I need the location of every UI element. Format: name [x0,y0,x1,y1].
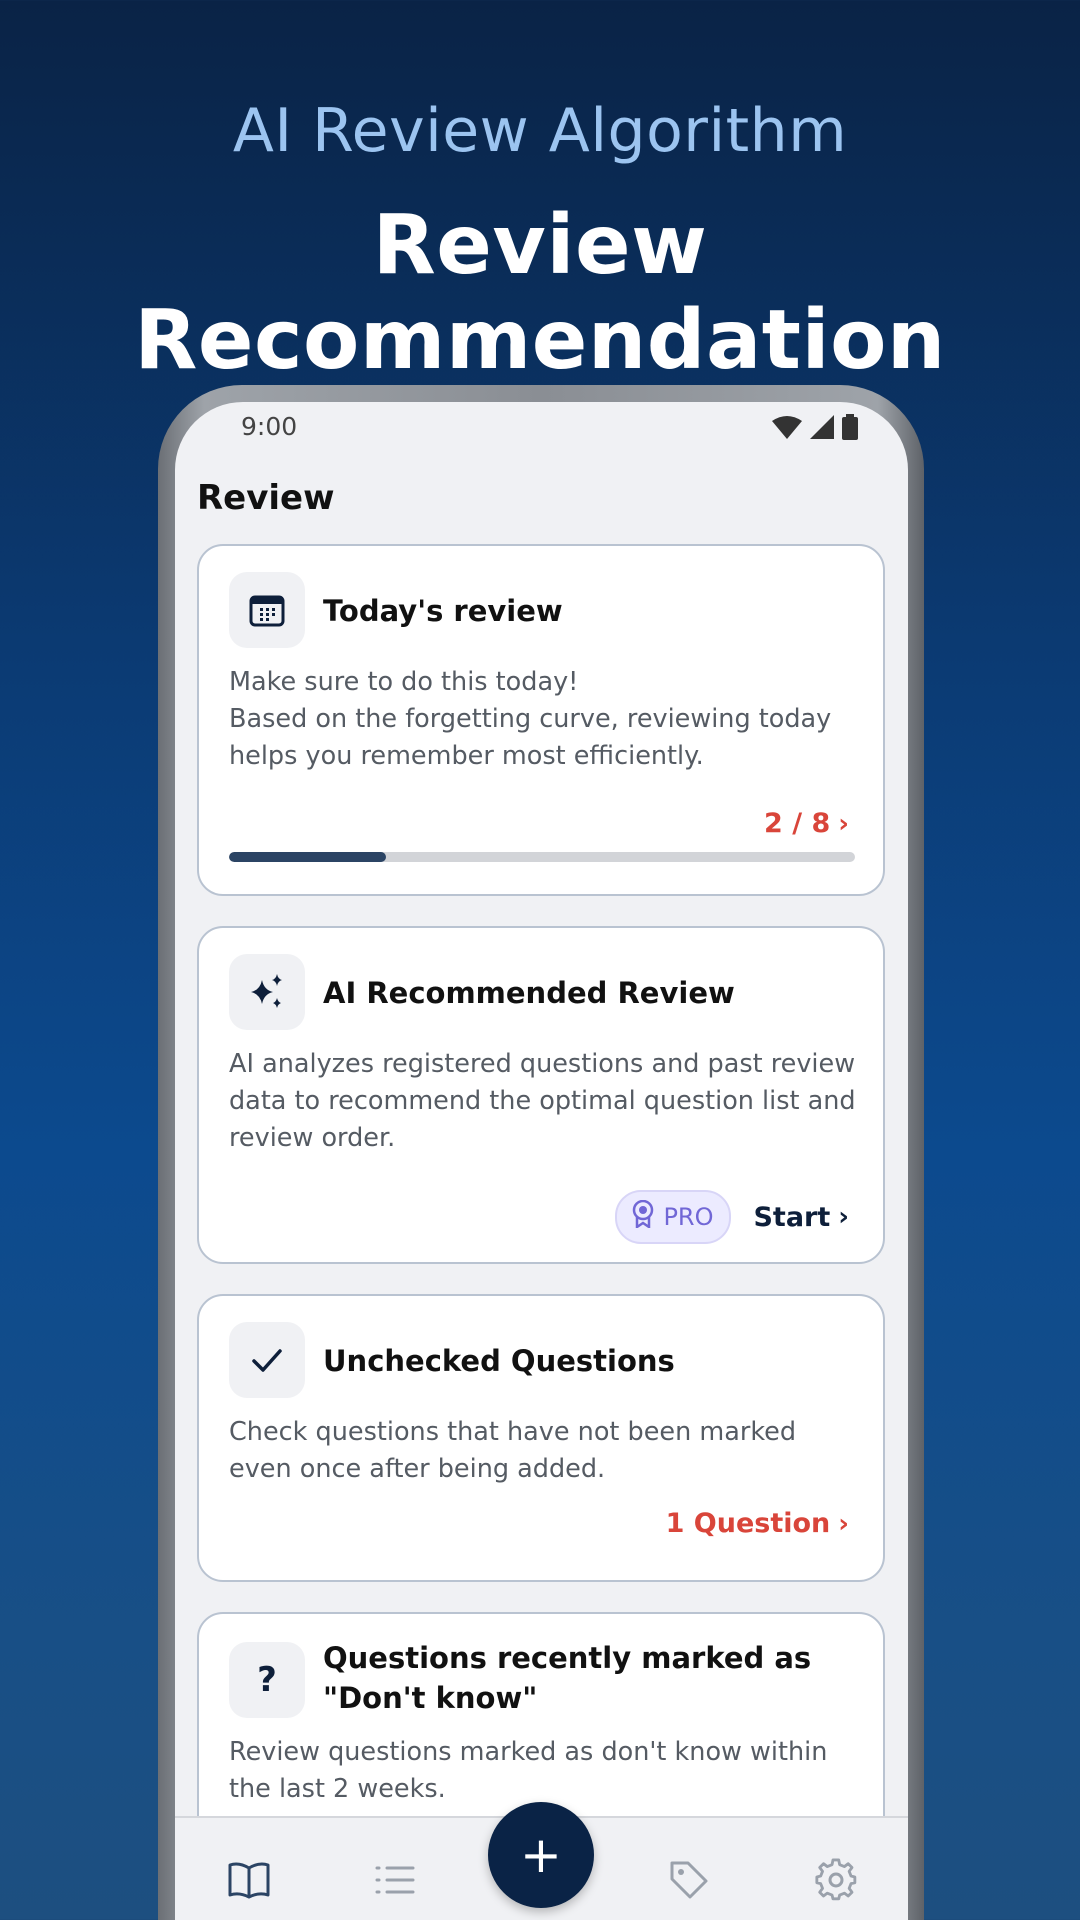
card-title: AI Recommended Review [323,976,735,1010]
card-title: Unchecked Questions [323,1344,675,1378]
start-label: Start [753,1201,831,1233]
progress-bar-fill [229,852,386,862]
chevron-right-icon: › [838,1508,849,1539]
gear-icon[interactable] [812,1856,860,1904]
progress-bar [229,852,855,862]
battery-icon [842,414,858,444]
book-icon[interactable] [225,1856,273,1904]
tag-icon[interactable] [665,1856,713,1904]
calendar-icon [229,572,305,648]
progress-count: 2 / 8 [764,808,831,839]
add-button[interactable]: + [488,1802,594,1908]
todays-review-card[interactable]: Today's review Make sure to do this toda… [197,544,885,896]
status-bar: 9:00 [175,402,908,448]
status-icons [772,414,858,444]
card-title: Questions recently marked as "Don't know… [323,1641,812,1715]
cellular-signal-icon [810,415,834,443]
card-description: Review questions marked as don't know wi… [229,1737,828,1804]
unchecked-questions-card[interactable]: Unchecked Questions Check questions that… [197,1294,885,1582]
hero-title: Review Recommendation [134,198,946,388]
status-time: 9:00 [241,412,298,441]
ai-recommended-review-card[interactable]: AI Recommended Review AI analyzes regist… [197,926,885,1264]
question-count: 1 Question [665,1508,831,1539]
plus-icon: + [520,1826,562,1884]
pro-badge-label: PRO [663,1203,714,1231]
progress-count-link[interactable]: 2 / 8 › [764,808,849,839]
wifi-icon [772,415,802,443]
card-title: Today's review [323,594,563,628]
question-mark-icon: ? [229,1642,305,1718]
hero-subtitle: AI Review Algorithm [232,96,848,166]
sparkles-icon [229,954,305,1030]
start-link[interactable]: PRO Start › [615,1190,849,1244]
chevron-right-icon: › [838,1202,849,1232]
checkmark-icon [229,1322,305,1398]
card-description: AI analyzes registered questions and pas… [229,1049,856,1153]
award-ribbon-icon [631,1199,655,1234]
card-description: Make sure to do this today! Based on the… [229,667,832,771]
card-description: Check questions that have not been marke… [229,1417,797,1484]
chevron-right-icon: › [838,808,849,839]
list-icon[interactable] [371,1856,419,1904]
pro-badge: PRO [615,1190,732,1244]
page-title: Review [197,478,335,518]
question-count-link[interactable]: 1 Question › [666,1508,849,1539]
phone-screen: 9:00 Review Today's review Make sure to … [175,402,908,1920]
